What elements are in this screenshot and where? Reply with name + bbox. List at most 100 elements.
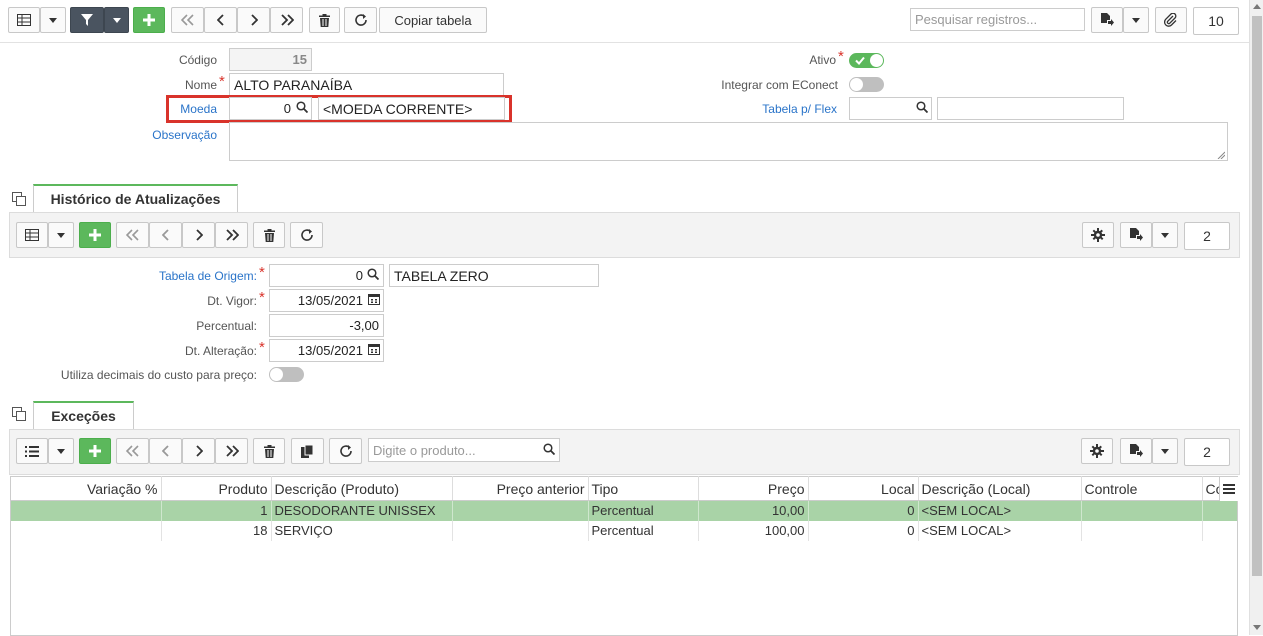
scrollbar-thumb[interactable]	[1252, 16, 1262, 576]
first-record-button[interactable]	[171, 7, 204, 33]
tab-excecoes[interactable]: Exceções	[33, 401, 134, 429]
last-record-button[interactable]	[215, 438, 248, 464]
column-header[interactable]: Variação %	[11, 476, 162, 501]
moeda-label[interactable]: Moeda	[120, 102, 217, 116]
caret-down-icon	[112, 17, 121, 23]
grid-view-button[interactable]	[8, 7, 40, 33]
calendar-icon[interactable]	[368, 293, 380, 305]
attachment-button[interactable]	[1155, 7, 1187, 33]
dt-vigor-field[interactable]: 13/05/2021	[269, 289, 384, 312]
cell-descricao-local: <SEM LOCAL>	[918, 520, 1082, 541]
grid-view-button[interactable]	[16, 222, 48, 248]
export-button[interactable]	[1120, 222, 1152, 248]
first-record-button[interactable]	[116, 222, 149, 248]
settings-button[interactable]	[1082, 222, 1114, 248]
refresh-button[interactable]	[329, 438, 362, 464]
export-dropdown-button[interactable]	[1152, 438, 1178, 464]
tabela-flex-label[interactable]: Tabela p/ Flex	[700, 102, 837, 116]
refresh-button[interactable]	[290, 222, 323, 248]
page-size-selector[interactable]: 2	[1184, 222, 1230, 250]
add-historico-button[interactable]	[79, 222, 111, 248]
last-record-button[interactable]	[215, 222, 248, 248]
settings-button[interactable]	[1081, 438, 1113, 464]
utiliza-decimais-toggle[interactable]	[269, 367, 304, 382]
caret-down-icon	[1132, 17, 1140, 23]
export-button[interactable]	[1091, 7, 1123, 33]
column-header[interactable]: Descrição (Local)	[918, 476, 1082, 501]
next-record-button[interactable]	[237, 7, 270, 33]
delete-button[interactable]	[253, 438, 285, 464]
copy-table-button[interactable]: Copiar tabela	[379, 7, 487, 33]
nome-field[interactable]: ALTO PARANAÍBA	[229, 73, 504, 96]
cell-produto: 18	[161, 520, 272, 541]
resize-handle-icon[interactable]	[1217, 151, 1225, 159]
filter-dropdown-button[interactable]	[104, 7, 129, 33]
cell-variacao	[11, 500, 162, 521]
ativo-toggle[interactable]	[849, 53, 884, 68]
double-chevron-left-icon	[180, 14, 194, 26]
column-header[interactable]: Controle	[1081, 476, 1203, 501]
page-scrollbar[interactable]	[1249, 0, 1263, 635]
tabela-origem-label[interactable]: Tabela de Origem:	[60, 269, 257, 283]
view-dropdown-button[interactable]	[48, 438, 74, 464]
delete-button[interactable]	[309, 7, 340, 33]
observacao-label[interactable]: Observação	[120, 128, 217, 142]
export-dropdown-button[interactable]	[1123, 7, 1149, 33]
add-record-button[interactable]	[133, 7, 165, 33]
table-row[interactable]: 18 SERVIÇO Percentual 100,00 0 <SEM LOCA…	[11, 520, 1237, 541]
last-record-button[interactable]	[270, 7, 303, 33]
econect-toggle[interactable]	[849, 77, 884, 92]
cell-preco-anterior	[452, 500, 589, 521]
add-excecao-button[interactable]	[79, 438, 111, 464]
column-header[interactable]: Produto	[161, 476, 272, 501]
dt-alteracao-field[interactable]: 13/05/2021	[269, 339, 384, 362]
observacao-textarea[interactable]	[229, 122, 1228, 161]
view-dropdown-button[interactable]	[40, 7, 66, 33]
column-header[interactable]: Tipo	[588, 476, 699, 501]
percentual-field[interactable]: -3,00	[269, 314, 384, 337]
next-record-button[interactable]	[182, 222, 215, 248]
product-search-input[interactable]: Digite o produto...	[368, 438, 560, 462]
previous-record-button[interactable]	[149, 222, 182, 248]
table-row[interactable]: 1 DESODORANTE UNISSEX Percentual 10,00 0…	[11, 500, 1237, 521]
scroll-down-icon[interactable]	[1253, 625, 1261, 630]
dt-vigor-label: Dt. Vigor:	[207, 294, 257, 308]
page-size-selector[interactable]: 10	[1193, 7, 1239, 35]
list-view-button[interactable]	[16, 438, 48, 464]
page-size-selector[interactable]: 2	[1184, 438, 1230, 466]
cell-local: 0	[808, 520, 919, 541]
search-records-input[interactable]: Pesquisar registros...	[910, 8, 1085, 31]
first-record-button[interactable]	[116, 438, 149, 464]
view-dropdown-button[interactable]	[48, 222, 74, 248]
refresh-button[interactable]	[344, 7, 377, 33]
search-icon[interactable]	[367, 268, 380, 283]
previous-record-button[interactable]	[149, 438, 182, 464]
required-asterisk: *	[219, 73, 225, 90]
export-dropdown-button[interactable]	[1152, 222, 1178, 248]
copy-panel-icon[interactable]	[12, 407, 26, 421]
calendar-icon[interactable]	[368, 343, 380, 355]
delete-button[interactable]	[253, 222, 285, 248]
column-menu-button[interactable]	[1219, 477, 1238, 501]
filter-button[interactable]	[70, 7, 104, 33]
export-button[interactable]	[1120, 438, 1152, 464]
scroll-up-icon[interactable]	[1253, 4, 1261, 9]
cell-preco-anterior	[452, 520, 589, 541]
search-icon[interactable]	[296, 101, 309, 116]
column-header[interactable]: Descrição (Produto)	[271, 476, 453, 501]
tab-historico-atualizacoes[interactable]: Histórico de Atualizações	[33, 184, 238, 212]
column-header[interactable]: Preço	[698, 476, 809, 501]
search-icon[interactable]	[916, 101, 929, 116]
chevron-left-icon	[161, 445, 169, 457]
refresh-icon	[339, 445, 352, 457]
duplicate-button[interactable]	[291, 438, 324, 464]
column-header[interactable]: Local	[808, 476, 919, 501]
check-icon	[855, 56, 865, 65]
next-record-button[interactable]	[182, 438, 215, 464]
copy-panel-icon[interactable]	[12, 192, 26, 206]
search-icon[interactable]	[543, 443, 556, 458]
trash-icon	[263, 228, 275, 242]
previous-record-button[interactable]	[204, 7, 237, 33]
double-chevron-left-icon	[125, 445, 139, 457]
column-header[interactable]: Preço anterior	[452, 476, 589, 501]
